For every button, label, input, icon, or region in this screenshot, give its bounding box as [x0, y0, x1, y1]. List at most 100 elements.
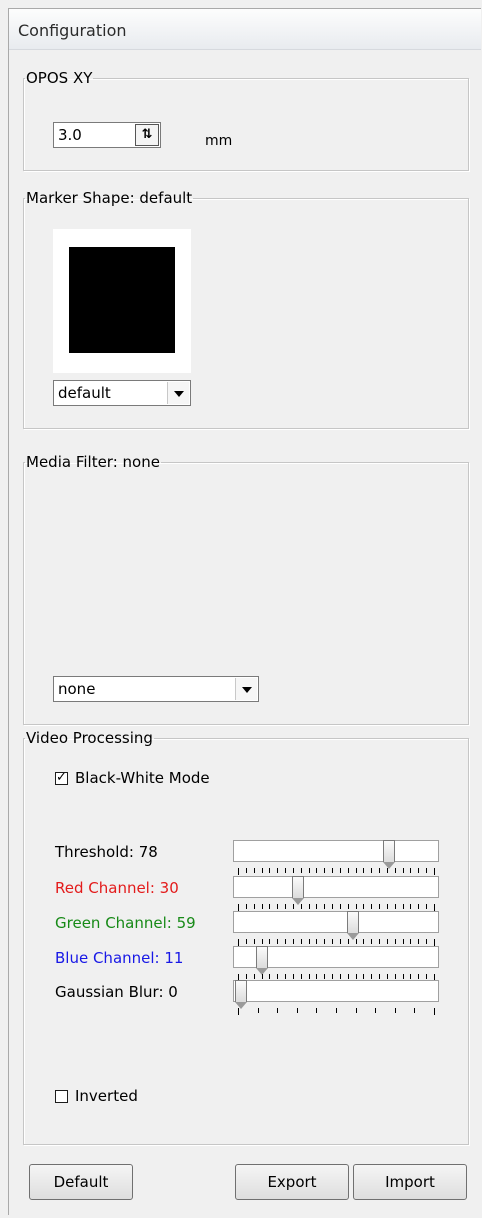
tick-mark: [363, 904, 364, 909]
tick-mark: [410, 939, 411, 944]
tick-mark: [356, 974, 357, 979]
chevron-down-icon[interactable]: [167, 382, 189, 404]
marker-shape-legend: Marker Shape: default: [26, 189, 193, 207]
tick-mark: [434, 868, 435, 875]
slider-thumb[interactable]: [292, 876, 304, 905]
tick-mark: [285, 974, 286, 979]
slider-track[interactable]: [233, 911, 439, 940]
slider-label: Gaussian Blur: 0: [55, 983, 178, 1001]
tick-mark: [332, 904, 333, 909]
tick-mark: [238, 868, 239, 875]
tick-mark: [238, 904, 239, 911]
tick-mark: [309, 868, 310, 873]
tick-mark: [324, 974, 325, 979]
slider-track[interactable]: [233, 876, 439, 905]
tick-mark: [293, 974, 294, 979]
tick-mark: [301, 868, 302, 873]
tick-mark: [254, 974, 255, 979]
tick-mark: [277, 1008, 278, 1013]
tick-mark: [387, 868, 388, 873]
tick-mark: [316, 939, 317, 944]
import-button[interactable]: Import: [353, 1164, 467, 1200]
tick-mark: [395, 904, 396, 909]
spin-up-down-icon[interactable]: ⇅: [135, 124, 159, 146]
tick-mark: [293, 904, 294, 909]
tick-mark: [356, 939, 357, 944]
tick-mark: [301, 974, 302, 979]
default-button[interactable]: Default: [29, 1164, 133, 1200]
tick-mark: [293, 868, 294, 873]
tick-mark: [363, 868, 364, 873]
tick-mark: [403, 868, 404, 873]
tick-mark: [379, 904, 380, 909]
marker-shape-value: default: [58, 384, 111, 402]
tick-mark: [332, 939, 333, 944]
tick-mark: [324, 939, 325, 944]
title-bar: Configuration: [9, 9, 481, 50]
tick-mark: [379, 868, 380, 873]
slider-track[interactable]: [233, 980, 439, 1009]
tick-mark: [418, 904, 419, 909]
tick-mark: [348, 939, 349, 944]
export-button[interactable]: Export: [235, 1164, 349, 1200]
tick-mark: [395, 868, 396, 873]
tick-mark: [418, 868, 419, 873]
tick-mark: [254, 904, 255, 909]
tick-mark: [246, 974, 247, 979]
tick-mark: [324, 904, 325, 909]
tick-mark: [246, 939, 247, 944]
tick-mark: [277, 904, 278, 909]
tick-mark: [297, 1008, 298, 1013]
slider-thumb[interactable]: [256, 946, 268, 975]
tick-mark: [316, 904, 317, 909]
slider-thumb[interactable]: [347, 911, 359, 940]
tick-mark: [434, 1008, 435, 1015]
slider-ticks: [238, 904, 438, 911]
black-white-checkbox[interactable]: ✓: [55, 770, 68, 785]
tick-mark: [262, 868, 263, 873]
chevron-down-icon[interactable]: [235, 678, 257, 700]
tick-mark: [371, 939, 372, 944]
slider-ticks: [238, 939, 438, 946]
opos-xy-spinner[interactable]: 3.0 ⇅: [53, 122, 161, 148]
tick-mark: [434, 939, 435, 946]
opos-unit-label: mm: [205, 133, 233, 149]
inverted-checkbox[interactable]: [55, 1090, 68, 1103]
tick-mark: [371, 974, 372, 979]
tick-mark: [324, 868, 325, 873]
tick-mark: [387, 974, 388, 979]
tick-mark: [414, 1008, 415, 1013]
tick-mark: [426, 939, 427, 944]
tick-mark: [418, 974, 419, 979]
marker-shape-select[interactable]: default: [53, 380, 191, 406]
tick-mark: [426, 904, 427, 909]
slider-thumb[interactable]: [235, 980, 247, 1009]
slider-label: Threshold: 78: [55, 843, 158, 861]
tick-mark: [403, 974, 404, 979]
inverted-label: Inverted: [75, 1087, 138, 1105]
tick-mark: [285, 868, 286, 873]
media-filter-select[interactable]: none: [53, 676, 259, 702]
tick-mark: [262, 904, 263, 909]
configuration-window: Configuration OPOS XY 3.0 ⇅ mm Marker Sh…: [8, 8, 481, 1215]
marker-preview: [53, 229, 191, 373]
video-processing-legend: Video Processing: [26, 729, 153, 747]
tick-mark: [238, 939, 239, 946]
tick-mark: [356, 1008, 357, 1013]
slider-track[interactable]: [233, 840, 439, 869]
tick-mark: [269, 939, 270, 944]
tick-mark: [277, 974, 278, 979]
opos-xy-group: OPOS XY: [23, 69, 469, 171]
tick-mark: [332, 868, 333, 873]
opos-xy-value: 3.0: [58, 126, 82, 144]
slider-thumb[interactable]: [383, 840, 395, 869]
tick-mark: [418, 939, 419, 944]
media-filter-value: none: [58, 680, 96, 698]
slider-ticks: [238, 1008, 438, 1015]
opos-xy-legend: OPOS XY: [26, 69, 93, 87]
tick-mark: [269, 904, 270, 909]
slider-track[interactable]: [233, 946, 439, 975]
tick-mark: [403, 939, 404, 944]
tick-mark: [356, 868, 357, 873]
tick-mark: [262, 974, 263, 979]
